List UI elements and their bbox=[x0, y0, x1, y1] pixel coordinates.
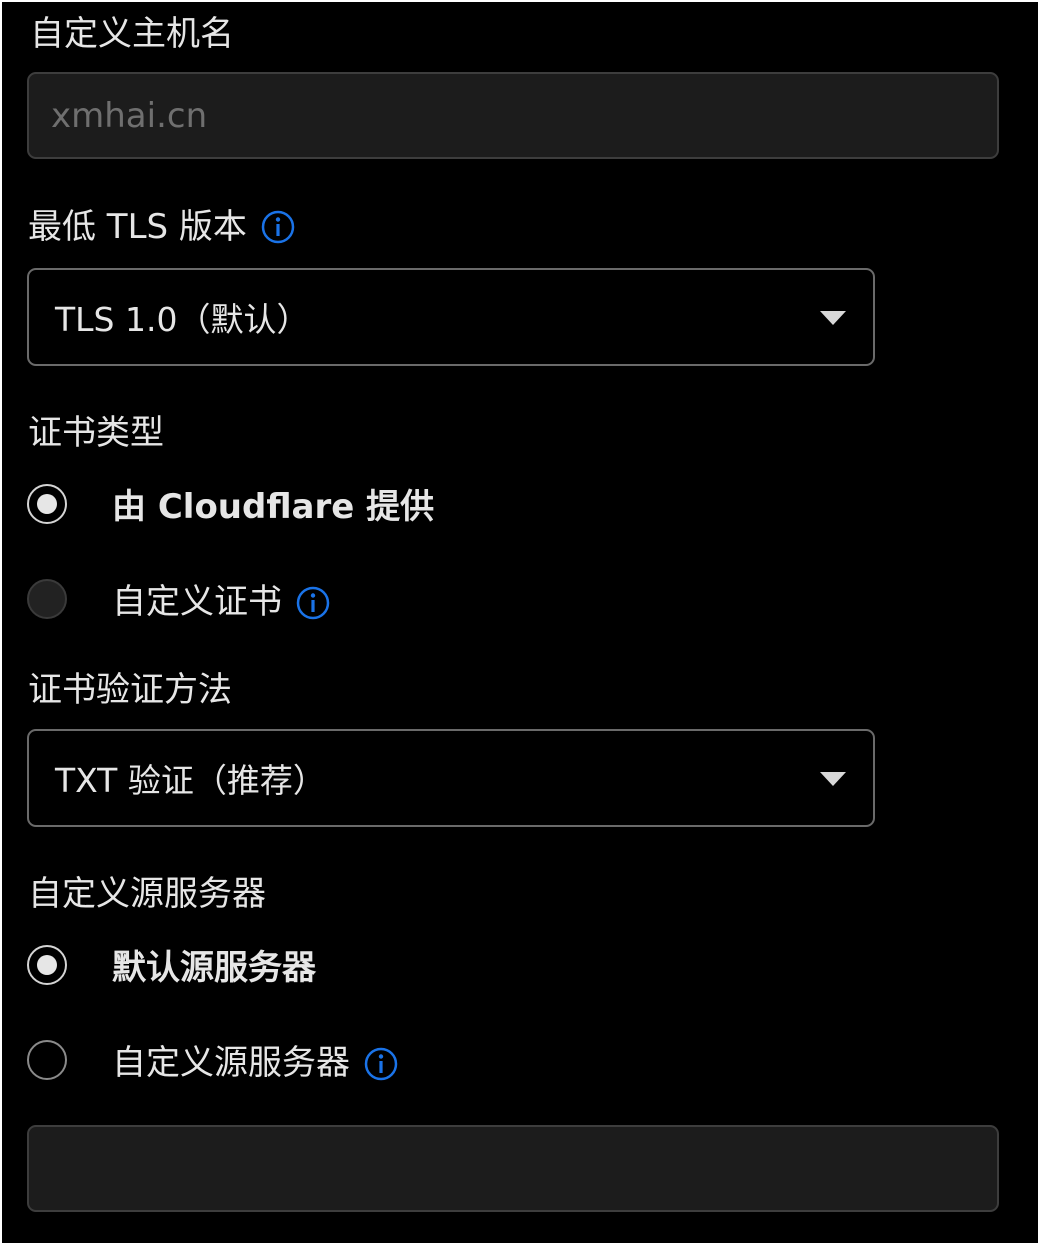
caret-down-icon bbox=[820, 772, 846, 786]
radio-button[interactable] bbox=[27, 483, 67, 524]
radio-label: 由 Cloudflare 提供 bbox=[112, 487, 435, 527]
info-icon[interactable] bbox=[296, 586, 330, 620]
radio-button[interactable] bbox=[27, 944, 67, 985]
tls-version-value: TLS 1.0（默认） bbox=[55, 300, 310, 339]
info-icon[interactable] bbox=[261, 210, 295, 244]
custom-origin-input[interactable] bbox=[27, 1125, 999, 1212]
validation-method-value: TXT 验证（推荐） bbox=[55, 761, 326, 800]
hostname-label: 自定义主机名 bbox=[30, 14, 234, 54]
radio-label-row: 自定义证书 bbox=[112, 574, 330, 623]
validation-method-select[interactable]: TXT 验证（推荐） bbox=[27, 729, 875, 827]
radio-label-row: 自定义源服务器 bbox=[112, 1035, 398, 1084]
custom-hostname-form: 自定义主机名 最低 TLS 版本 TLS 1.0（默认） 证书类型 由 Clou… bbox=[2, 2, 1038, 1243]
origin-server-label: 自定义源服务器 bbox=[28, 874, 266, 914]
radio-label: 自定义源服务器 bbox=[112, 1043, 350, 1083]
info-icon[interactable] bbox=[364, 1047, 398, 1081]
radio-option-custom-origin[interactable]: 自定义源服务器 bbox=[27, 1035, 398, 1084]
validation-method-label: 证书验证方法 bbox=[28, 670, 232, 710]
tls-version-label-row: 最低 TLS 版本 bbox=[28, 207, 295, 247]
caret-down-icon bbox=[820, 311, 846, 325]
tls-version-label: 最低 TLS 版本 bbox=[28, 207, 247, 247]
radio-button[interactable] bbox=[27, 1039, 67, 1080]
radio-label: 默认源服务器 bbox=[112, 948, 316, 988]
radio-button[interactable] bbox=[27, 578, 67, 619]
hostname-input[interactable] bbox=[27, 72, 999, 159]
tls-version-select[interactable]: TLS 1.0（默认） bbox=[27, 268, 875, 366]
cert-type-label: 证书类型 bbox=[28, 413, 164, 453]
radio-option-default-origin[interactable]: 默认源服务器 bbox=[27, 940, 316, 989]
radio-option-custom-cert[interactable]: 自定义证书 bbox=[27, 574, 330, 623]
radio-option-cloudflare-cert[interactable]: 由 Cloudflare 提供 bbox=[27, 479, 434, 528]
radio-label: 自定义证书 bbox=[112, 582, 282, 622]
